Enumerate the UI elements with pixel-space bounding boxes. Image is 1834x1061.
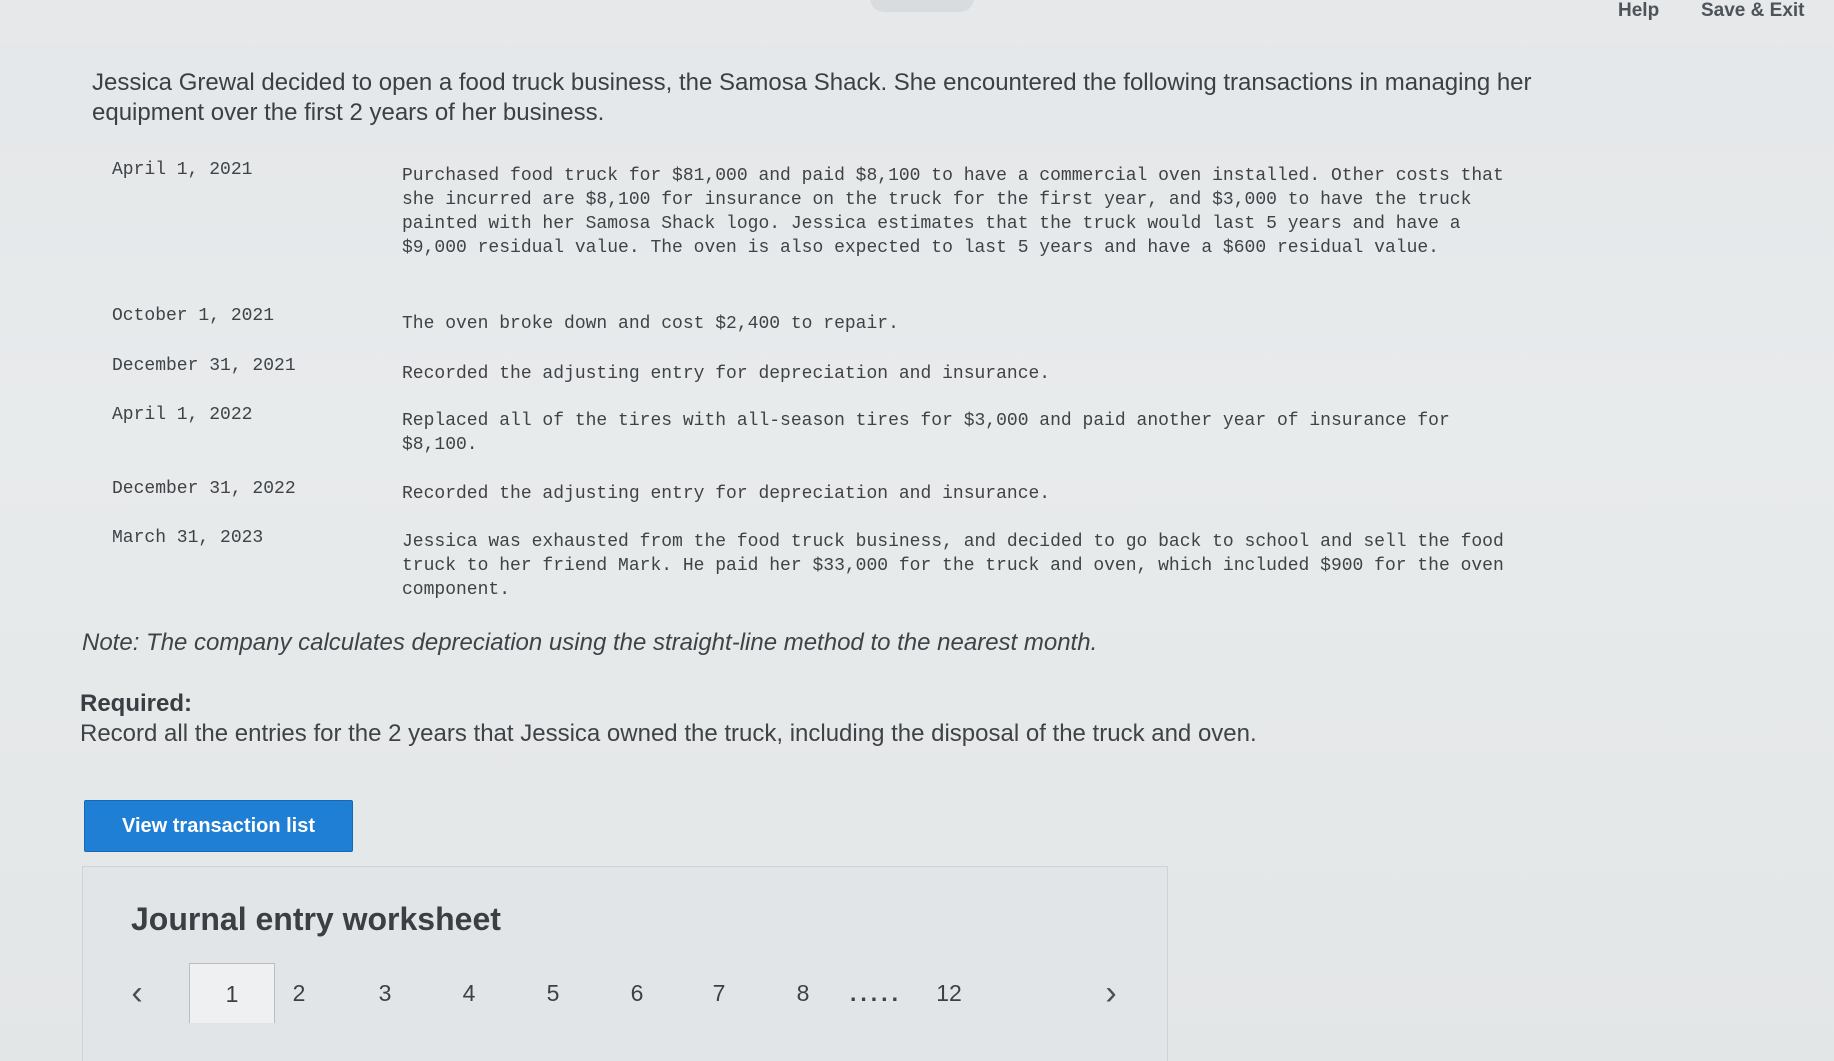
save-exit-link[interactable]: Save & Exit [1701,0,1805,22]
transaction-description: Replaced all of the tires with all-seaso… [402,411,1450,455]
depreciation-note: Note: The company calculates depreciatio… [82,629,1098,656]
transaction-description: Purchased food truck for $81,000 and pai… [402,166,1504,258]
worksheet-title: Journal entry worksheet [131,901,501,937]
page-1-tab[interactable]: 1 [189,963,275,1023]
transaction-description: The oven broke down and cost $2,400 to r… [402,314,899,334]
transaction-date: December 31, 2021 [112,356,296,376]
chevron-left-icon[interactable]: ‹ [117,963,157,1023]
problem-intro: Jessica Grewal decided to open a food tr… [92,69,1532,126]
page-2-tab[interactable]: 2 [279,963,319,1023]
transaction-date: April 1, 2022 [112,405,253,425]
transaction-description: Recorded the adjusting entry for depreci… [402,484,1051,504]
required-text: Record all the entries for the 2 years t… [80,720,1257,747]
page-6-tab[interactable]: 6 [617,963,657,1023]
transaction-date: December 31, 2022 [112,479,296,499]
page-3-tab[interactable]: 3 [365,963,405,1023]
transaction-description: Recorded the adjusting entry for depreci… [402,364,1051,384]
top-bar: Help Save & Exit [0,0,1834,46]
transaction-date: April 1, 2021 [112,160,253,180]
page-ellipsis: ..... [850,980,902,1006]
required-title: Required: [80,690,193,717]
help-link[interactable]: Help [1618,0,1659,22]
page-5-tab[interactable]: 5 [533,963,573,1023]
page-8-tab[interactable]: 8 [783,963,823,1023]
page-7-tab[interactable]: 7 [699,963,739,1023]
view-transaction-list-button[interactable]: View transaction list [84,800,353,852]
top-tab[interactable] [870,0,974,12]
page-12-tab[interactable]: 12 [927,963,971,1023]
worksheet-pager: ‹ 1 2 3 4 5 6 7 8 ..... 12 › [83,963,1167,1023]
journal-entry-worksheet: Journal entry worksheet ‹ 1 2 3 4 5 6 7 … [82,866,1168,1061]
transaction-date: October 1, 2021 [112,306,275,326]
transaction-description: Jessica was exhausted from the food truc… [402,532,1504,600]
chevron-right-icon[interactable]: › [1091,963,1131,1023]
page-4-tab[interactable]: 4 [449,963,489,1023]
transaction-date: March 31, 2023 [112,528,264,548]
